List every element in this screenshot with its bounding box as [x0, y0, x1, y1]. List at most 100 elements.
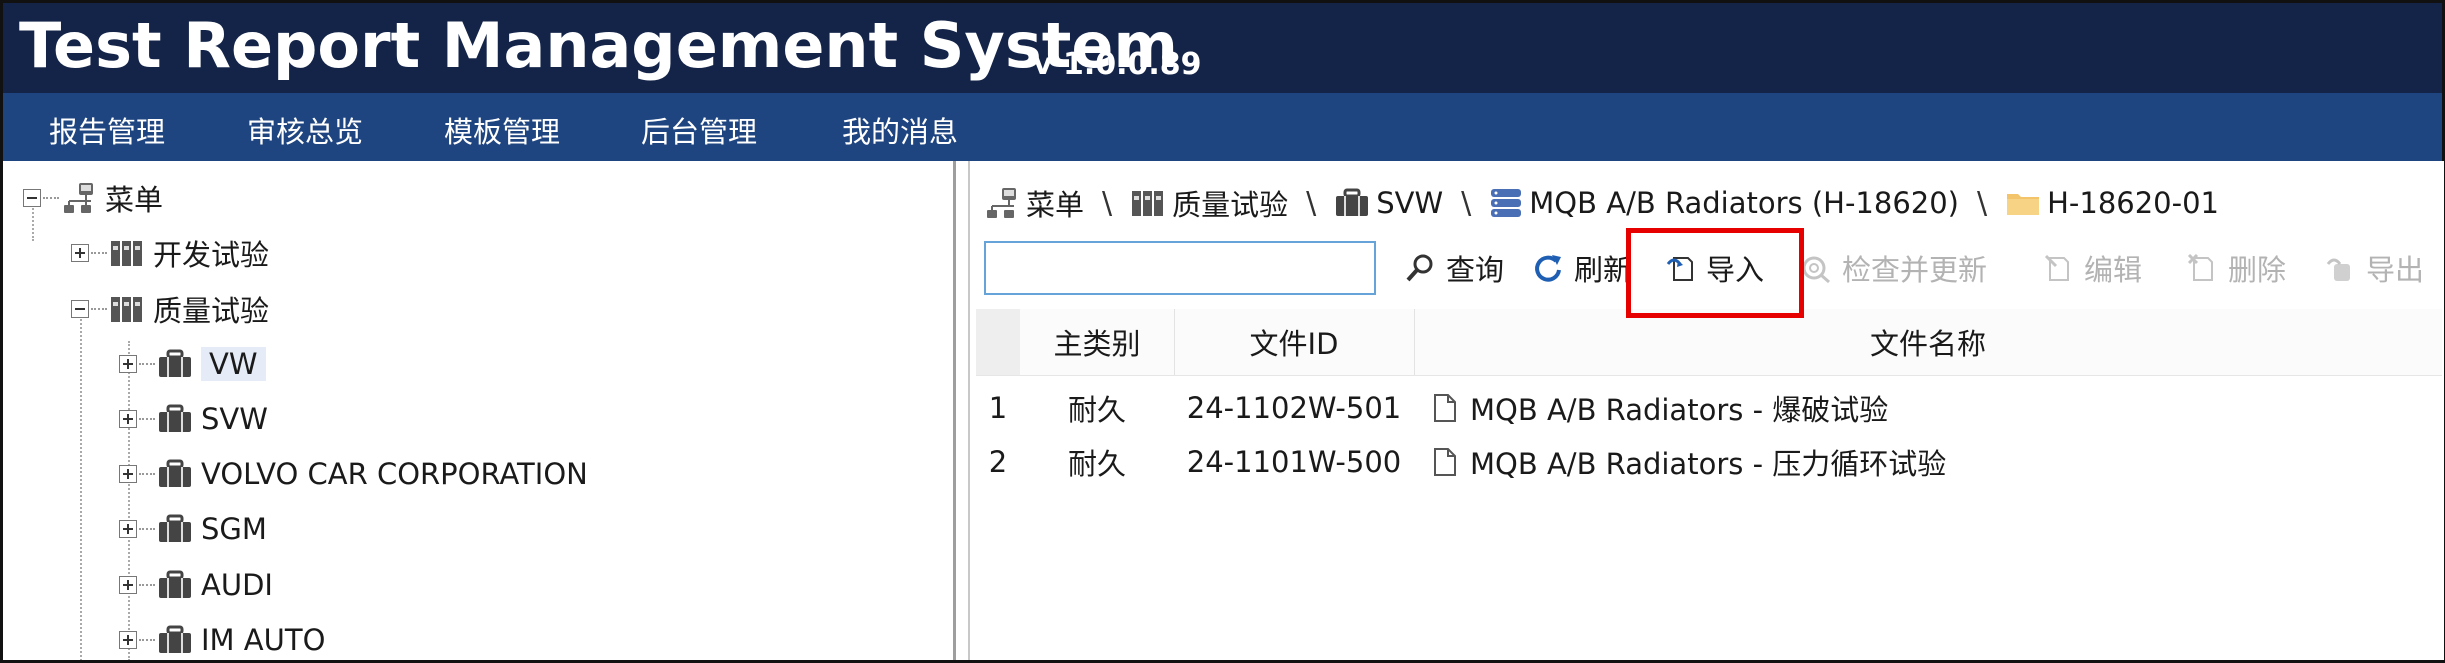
tree-node-volvo[interactable]: VOLVO CAR CORPORATION: [119, 452, 588, 496]
table-row[interactable]: 1 耐久 24-1102W-501 MQB A/B Radiators - 爆破…: [976, 381, 2442, 435]
expand-toggle-icon[interactable]: [119, 520, 137, 538]
briefcase-icon: [159, 459, 191, 487]
export-icon: [2326, 258, 2350, 281]
app-title: Test Report Management System: [19, 9, 1179, 82]
delete-icon: [2187, 253, 2213, 281]
app-version: v 1.0.0.89: [1033, 47, 1202, 82]
binders-icon: [1132, 191, 1164, 216]
breadcrumb-item-svw[interactable]: SVW: [1334, 186, 1443, 220]
binders-icon: [111, 241, 142, 266]
import-button[interactable]: 导入: [1664, 247, 1764, 289]
breadcrumb-item-folder[interactable]: H-18620-01: [2005, 186, 2219, 220]
menu-item-review-overview[interactable]: 审核总览: [247, 109, 363, 151]
tree-node-label: VW: [201, 347, 266, 381]
expand-toggle-icon[interactable]: [119, 465, 137, 483]
main-menu-bar: 报告管理 审核总览 模板管理 后台管理 我的消息: [3, 93, 2442, 161]
delete-button-label: 删除: [2228, 253, 2287, 287]
content-panel: 菜单 \ 质量试验 \ SVW \ MQB A/B Radiators (H-1…: [968, 161, 2444, 660]
binders-icon: [111, 297, 142, 322]
stack-icon: [1491, 189, 1522, 217]
folder-icon: [2007, 194, 2040, 215]
breadcrumb-item-quality-test[interactable]: 质量试验: [1130, 182, 1288, 224]
refresh-button-label: 刷新: [1574, 253, 1633, 287]
tree-node-label: 质量试验: [153, 294, 270, 328]
search-input[interactable]: [984, 241, 1376, 295]
tree-node-svw[interactable]: SVW: [119, 397, 268, 441]
breadcrumb-separator: \: [1102, 185, 1113, 221]
breadcrumb-item-root[interactable]: 菜单: [984, 182, 1084, 224]
check-update-icon: [1802, 256, 1830, 284]
briefcase-icon: [159, 570, 191, 598]
breadcrumb-label: H-18620-01: [2047, 186, 2219, 220]
file-name-label: MQB A/B Radiators - 爆破试验: [1470, 393, 1889, 427]
import-button-label: 导入: [1706, 253, 1765, 287]
row-header-corner: [976, 309, 1020, 375]
refresh-icon: [1535, 255, 1561, 282]
tree-guide-line: [80, 311, 82, 660]
menu-item-my-messages[interactable]: 我的消息: [842, 109, 958, 151]
tree-node-dev-test[interactable]: 开发试验: [71, 231, 269, 275]
tree-node-label: 菜单: [105, 183, 164, 217]
refresh-button[interactable]: 刷新: [1532, 247, 1632, 289]
expand-toggle-icon[interactable]: [119, 410, 137, 428]
edit-button[interactable]: 编辑: [2042, 247, 2142, 289]
table-row[interactable]: 2 耐久 24-1101W-500 MQB A/B Radiators - 压力…: [976, 435, 2442, 489]
toolbar: 查询 刷新 导入 检查并更新 编辑 删除 导出: [984, 241, 2444, 303]
breadcrumb-label: 菜单: [1026, 188, 1085, 222]
expand-toggle-icon[interactable]: [119, 631, 137, 649]
breadcrumb-label: MQB A/B Radiators (H-18620): [1529, 186, 1959, 220]
file-id-cell: 24-1102W-501: [1186, 391, 1402, 425]
column-header-category[interactable]: 主类别: [1020, 309, 1175, 375]
document-icon: [1434, 394, 1456, 422]
menu-item-report-management[interactable]: 报告管理: [49, 109, 165, 151]
tree-node-sgm[interactable]: SGM: [119, 507, 267, 551]
tree-node-label: AUDI: [201, 568, 273, 602]
expand-toggle-icon[interactable]: [119, 576, 137, 594]
edit-icon: [2044, 254, 2069, 281]
export-button[interactable]: 导出: [2324, 247, 2424, 289]
export-button-label: 导出: [2366, 253, 2425, 287]
briefcase-icon: [159, 514, 191, 542]
tree-node-label: SGM: [201, 512, 267, 546]
category-cell: 耐久: [1067, 447, 1126, 481]
tree-node-label: IM AUTO: [201, 623, 326, 657]
delete-button[interactable]: 删除: [2186, 247, 2286, 289]
tree-node-quality-test[interactable]: 质量试验: [71, 287, 269, 331]
check-update-button[interactable]: 检查并更新: [1800, 247, 1987, 289]
check-update-button-label: 检查并更新: [1842, 253, 1988, 287]
briefcase-icon: [159, 404, 191, 432]
briefcase-icon: [159, 625, 191, 653]
import-icon: [1666, 257, 1693, 281]
tree-node-im-auto[interactable]: IM AUTO: [119, 618, 325, 660]
breadcrumb: 菜单 \ 质量试验 \ SVW \ MQB A/B Radiators (H-1…: [984, 183, 2219, 223]
briefcase-icon: [159, 349, 191, 377]
query-button[interactable]: 查询: [1404, 247, 1504, 289]
expand-toggle-icon[interactable]: [119, 355, 137, 373]
table-header: 主类别 文件ID 文件名称: [976, 309, 2442, 376]
breadcrumb-separator: \: [1306, 185, 1317, 221]
tree-node-label: 开发试验: [153, 238, 270, 272]
breadcrumb-separator: \: [1461, 185, 1472, 221]
menu-item-template-management[interactable]: 模板管理: [444, 109, 560, 151]
expand-toggle-icon[interactable]: [71, 244, 89, 262]
file-id-cell: 24-1101W-500: [1186, 445, 1402, 479]
file-name-label: MQB A/B Radiators - 压力循环试验: [1470, 447, 1947, 481]
row-index: 2: [988, 445, 1008, 479]
navigation-tree: 菜单 开发试验 质量试验 VW SVW VOLVO CAR CORPORATIO…: [3, 161, 956, 660]
tree-node-label: SVW: [201, 402, 268, 436]
tree-node-audi[interactable]: AUDI: [119, 563, 273, 607]
column-header-file-id[interactable]: 文件ID: [1174, 309, 1415, 375]
tree-node-vw[interactable]: VW: [119, 342, 266, 386]
tree-guide-line: [128, 341, 130, 660]
collapse-toggle-icon[interactable]: [71, 300, 89, 318]
column-header-file-name[interactable]: 文件名称: [1414, 309, 2442, 375]
menu-item-admin[interactable]: 后台管理: [641, 109, 757, 151]
tree-node-root[interactable]: 菜单: [23, 176, 163, 220]
file-name-cell: MQB A/B Radiators - 压力循环试验: [1432, 435, 2432, 489]
collapse-toggle-icon[interactable]: [23, 189, 41, 207]
app-header: Test Report Management System v 1.0.0.89: [3, 3, 2442, 93]
edit-button-label: 编辑: [2084, 253, 2143, 287]
breadcrumb-label: SVW: [1376, 186, 1444, 220]
breadcrumb-item-project[interactable]: MQB A/B Radiators (H-18620): [1489, 186, 1959, 220]
category-cell: 耐久: [1067, 393, 1126, 427]
